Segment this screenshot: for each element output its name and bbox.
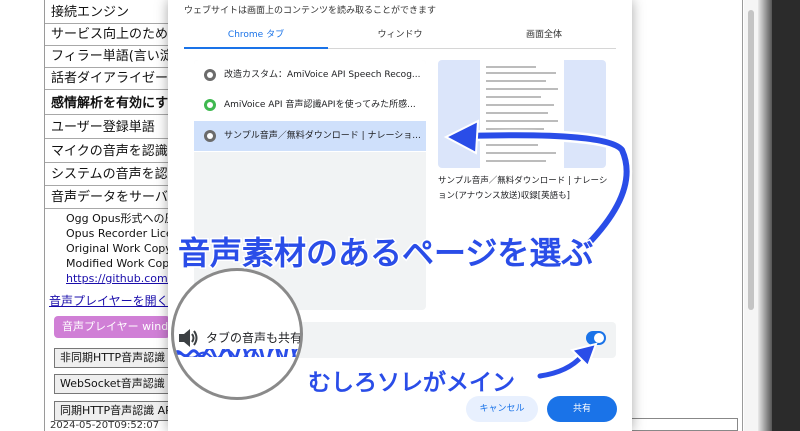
toggle-knob xyxy=(594,333,604,343)
async-http-button[interactable]: 非同期HTTP音声認識 xyxy=(54,348,174,368)
preview-thumbnail xyxy=(480,60,564,168)
scribble-underline xyxy=(174,349,299,357)
list-item-title: AmiVoice API 音声認識APIを使ってみた所感... xyxy=(224,100,416,110)
audio-share-label: タブの音声も共有 xyxy=(206,331,303,345)
websocket-button[interactable]: WebSocket音声認識 xyxy=(54,374,174,394)
annotation-select-page: 音声素材のあるページを選ぶ xyxy=(176,233,594,274)
license-line: Ogg Opus形式への圧 xyxy=(66,212,176,225)
tab-label: Chrome タブ xyxy=(227,30,285,40)
window-shadow xyxy=(758,0,772,431)
speaker-icon xyxy=(179,329,198,347)
license-line: Original Work Copy xyxy=(66,242,172,255)
tab-active-indicator xyxy=(184,47,328,49)
audio-share-toggle[interactable] xyxy=(586,331,606,345)
tab-label: 画面全体 xyxy=(525,30,562,40)
page-border-right xyxy=(742,0,743,431)
license-line: Opus Recorder Lice xyxy=(66,227,173,240)
github-link[interactable]: https://github.com/c xyxy=(66,272,177,286)
share-button[interactable]: 共有 xyxy=(547,396,617,422)
tab-list-items: 改造カスタム：AmiVoice API Speech Recog... AmiV… xyxy=(194,60,426,152)
license-line: Modified Work Copy xyxy=(66,257,176,270)
list-item[interactable]: 改造カスタム：AmiVoice API Speech Recog... xyxy=(194,60,426,90)
cancel-button[interactable]: キャンセル xyxy=(466,396,538,422)
tab-entire-screen[interactable]: 画面全体 xyxy=(472,24,616,48)
magnifier-callout: タブの音声も共有 xyxy=(171,268,303,400)
list-item[interactable]: AmiVoice API 音声認識APIを使ってみた所感... xyxy=(194,90,426,120)
bottom-input[interactable] xyxy=(618,418,738,431)
timestamp-text: 2024-05-20T09:52:07 xyxy=(50,420,160,431)
globe-icon xyxy=(204,130,216,142)
sync-http-button[interactable]: 同期HTTP音声認識 AP xyxy=(54,401,174,421)
globe-icon xyxy=(204,69,216,81)
list-item-title: 改造カスタム：AmiVoice API Speech Recog... xyxy=(224,70,421,80)
preview-caption: サンプル音声／無料ダウンロード | ナレーション(アナウンス放送)収録[英語も] xyxy=(438,176,608,201)
tab-window[interactable]: ウィンドウ xyxy=(328,24,472,48)
desktop-edge xyxy=(772,0,800,431)
list-item-title: サンプル音声／無料ダウンロード | ナレーショ... xyxy=(224,131,421,141)
tab-chrome[interactable]: Chrome タブ xyxy=(184,24,328,49)
annotation-main-point: むしろソレがメイン xyxy=(307,369,517,398)
tab-preview xyxy=(438,60,606,168)
share-source-tabs: Chrome タブ ウィンドウ 画面全体 xyxy=(184,24,616,49)
scrollbar-thumb[interactable] xyxy=(748,10,754,310)
q-icon xyxy=(204,99,216,111)
dialog-description: ウェブサイトは画面上のコンテンツを読み取ることができます xyxy=(184,6,437,16)
tab-label: ウィンドウ xyxy=(377,30,423,40)
player-window-button[interactable]: 音声プレイヤー window xyxy=(54,316,170,338)
open-player-link[interactable]: 音声プレイヤーを開く xyxy=(49,292,169,309)
list-item-selected[interactable]: サンプル音声／無料ダウンロード | ナレーショ... xyxy=(194,121,426,151)
